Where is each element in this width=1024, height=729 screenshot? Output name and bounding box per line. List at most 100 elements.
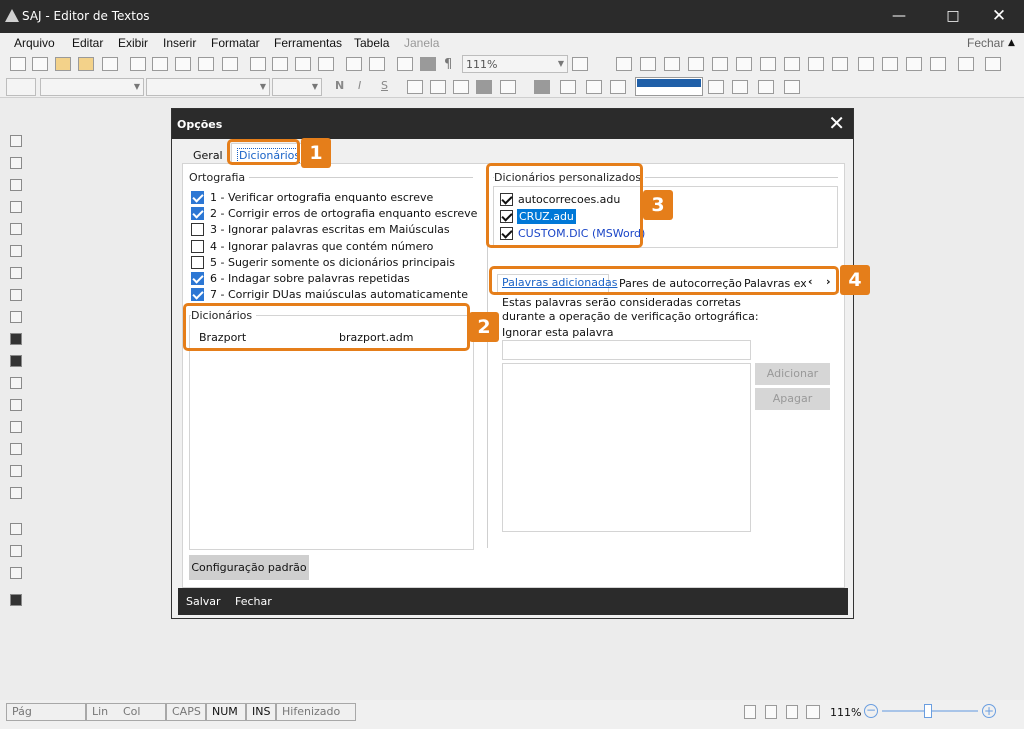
option-2-checkbox[interactable] [191,207,204,220]
align-left-icon[interactable] [407,80,423,94]
zoom-out-icon[interactable]: − [864,704,878,718]
frame-icon[interactable] [808,57,824,71]
table-col-icon[interactable] [688,57,704,71]
option-4-checkbox[interactable] [191,240,204,253]
email-icon[interactable] [198,57,214,71]
table-split-icon[interactable] [736,57,752,71]
option-6-checkbox[interactable] [191,272,204,285]
web-view-icon[interactable] [765,705,777,719]
italic-icon[interactable]: I [358,79,361,92]
list-icon[interactable] [534,80,550,94]
save-button[interactable]: Salvar [186,595,221,608]
formula-icon[interactable] [10,289,22,301]
edit-doc-icon[interactable] [10,465,22,477]
link-icon[interactable] [906,57,922,71]
option-1-checkbox[interactable] [191,191,204,204]
paragraph-mark-icon[interactable]: ¶ [444,57,452,72]
search-doc-icon[interactable] [10,399,22,411]
scale-icon[interactable] [10,377,22,389]
zoom-combo[interactable]: 111% ▼ [462,55,568,73]
font-color-picker[interactable] [635,77,703,96]
zoom-in-icon[interactable]: + [982,704,996,718]
line-spacing-icon[interactable] [500,80,516,94]
indent-icon[interactable] [610,80,626,94]
minimize-icon[interactable]: — [886,6,912,26]
font-size-combo[interactable]: ▼ [272,78,322,96]
open-folder-icon[interactable] [55,57,71,71]
share-icon[interactable] [10,567,22,579]
dialog-close-icon[interactable]: ✕ [828,111,845,135]
table-merge-icon[interactable] [712,57,728,71]
text-tool-icon[interactable] [10,135,22,147]
menu-formatar[interactable]: Formatar [211,36,260,50]
format-painter-icon[interactable] [318,57,334,71]
lock-icon[interactable] [10,487,22,499]
screen-icon[interactable] [10,179,22,191]
hierarchy-icon[interactable] [930,57,946,71]
comment-icon[interactable] [10,223,22,235]
cut-icon[interactable] [250,57,266,71]
fax-icon[interactable] [175,57,191,71]
list-doc-icon[interactable] [10,245,22,257]
tab-geral[interactable]: Geral [193,149,223,162]
copy-icon[interactable] [272,57,288,71]
clear-format-icon[interactable] [784,80,800,94]
structure-icon[interactable] [882,57,898,71]
brush-icon[interactable] [10,594,22,606]
pages-icon[interactable] [10,267,22,279]
table-icon[interactable] [397,57,413,71]
redo-icon[interactable] [369,57,385,71]
justify-icon[interactable] [476,80,492,94]
blank-page-icon[interactable] [32,57,48,71]
outline-view-icon[interactable] [786,705,798,719]
open-recent-icon[interactable] [78,57,94,71]
table-row-icon[interactable] [664,57,680,71]
print-preview-icon[interactable] [152,57,168,71]
sign-icon[interactable] [10,523,22,535]
font-shrink-icon[interactable] [732,80,748,94]
font-combo[interactable]: ▼ [40,78,144,96]
align-right-icon[interactable] [453,80,469,94]
numbered-list-icon[interactable] [560,80,576,94]
option-7-checkbox[interactable] [191,288,204,301]
option-5-checkbox[interactable] [191,256,204,269]
close-button[interactable]: Fechar [235,595,272,608]
paste-icon[interactable] [295,57,311,71]
document-icon[interactable] [10,201,22,213]
option-3-checkbox[interactable] [191,223,204,236]
zoom-icon[interactable] [572,57,588,71]
menu-tabela[interactable]: Tabela [354,36,389,50]
two-page-view-icon[interactable] [806,705,820,719]
remove-word-button[interactable]: Apagar [755,388,830,410]
network-icon[interactable] [10,355,22,367]
close-icon[interactable]: ✕ [986,6,1012,26]
table-border-icon[interactable] [784,57,800,71]
ignore-word-input[interactable] [502,340,751,360]
menu-exibir[interactable]: Exibir [118,36,148,50]
style-combo[interactable]: ▼ [146,78,270,96]
menu-arquivo[interactable]: Arquivo [14,36,55,50]
calendar-icon[interactable] [10,421,22,433]
page-view-icon[interactable] [744,705,756,719]
template-icon[interactable] [10,443,22,455]
underline-icon[interactable]: S [381,79,388,92]
add-word-button[interactable]: Adicionar [755,363,830,385]
maximize-icon[interactable]: □ [940,6,966,26]
new-document-icon[interactable] [10,57,26,71]
menu-expand-icon[interactable]: ▲ [1008,38,1015,48]
menu-janela[interactable]: Janela [404,36,439,50]
default-config-button[interactable]: Configuração padrão [189,555,309,580]
table-insert-icon[interactable] [640,57,656,71]
table-delete-icon[interactable] [760,57,776,71]
outdent-icon[interactable] [586,80,602,94]
save-icon[interactable] [102,57,118,71]
export-icon[interactable] [10,545,22,557]
tree-icon[interactable] [858,57,874,71]
style-picker[interactable] [6,78,36,96]
print-icon[interactable] [130,57,146,71]
stamp-icon[interactable] [10,157,22,169]
bold-icon[interactable]: N [335,79,344,92]
grid-icon[interactable] [616,57,632,71]
frame-split-icon[interactable] [832,57,848,71]
font-grow-icon[interactable] [708,80,724,94]
